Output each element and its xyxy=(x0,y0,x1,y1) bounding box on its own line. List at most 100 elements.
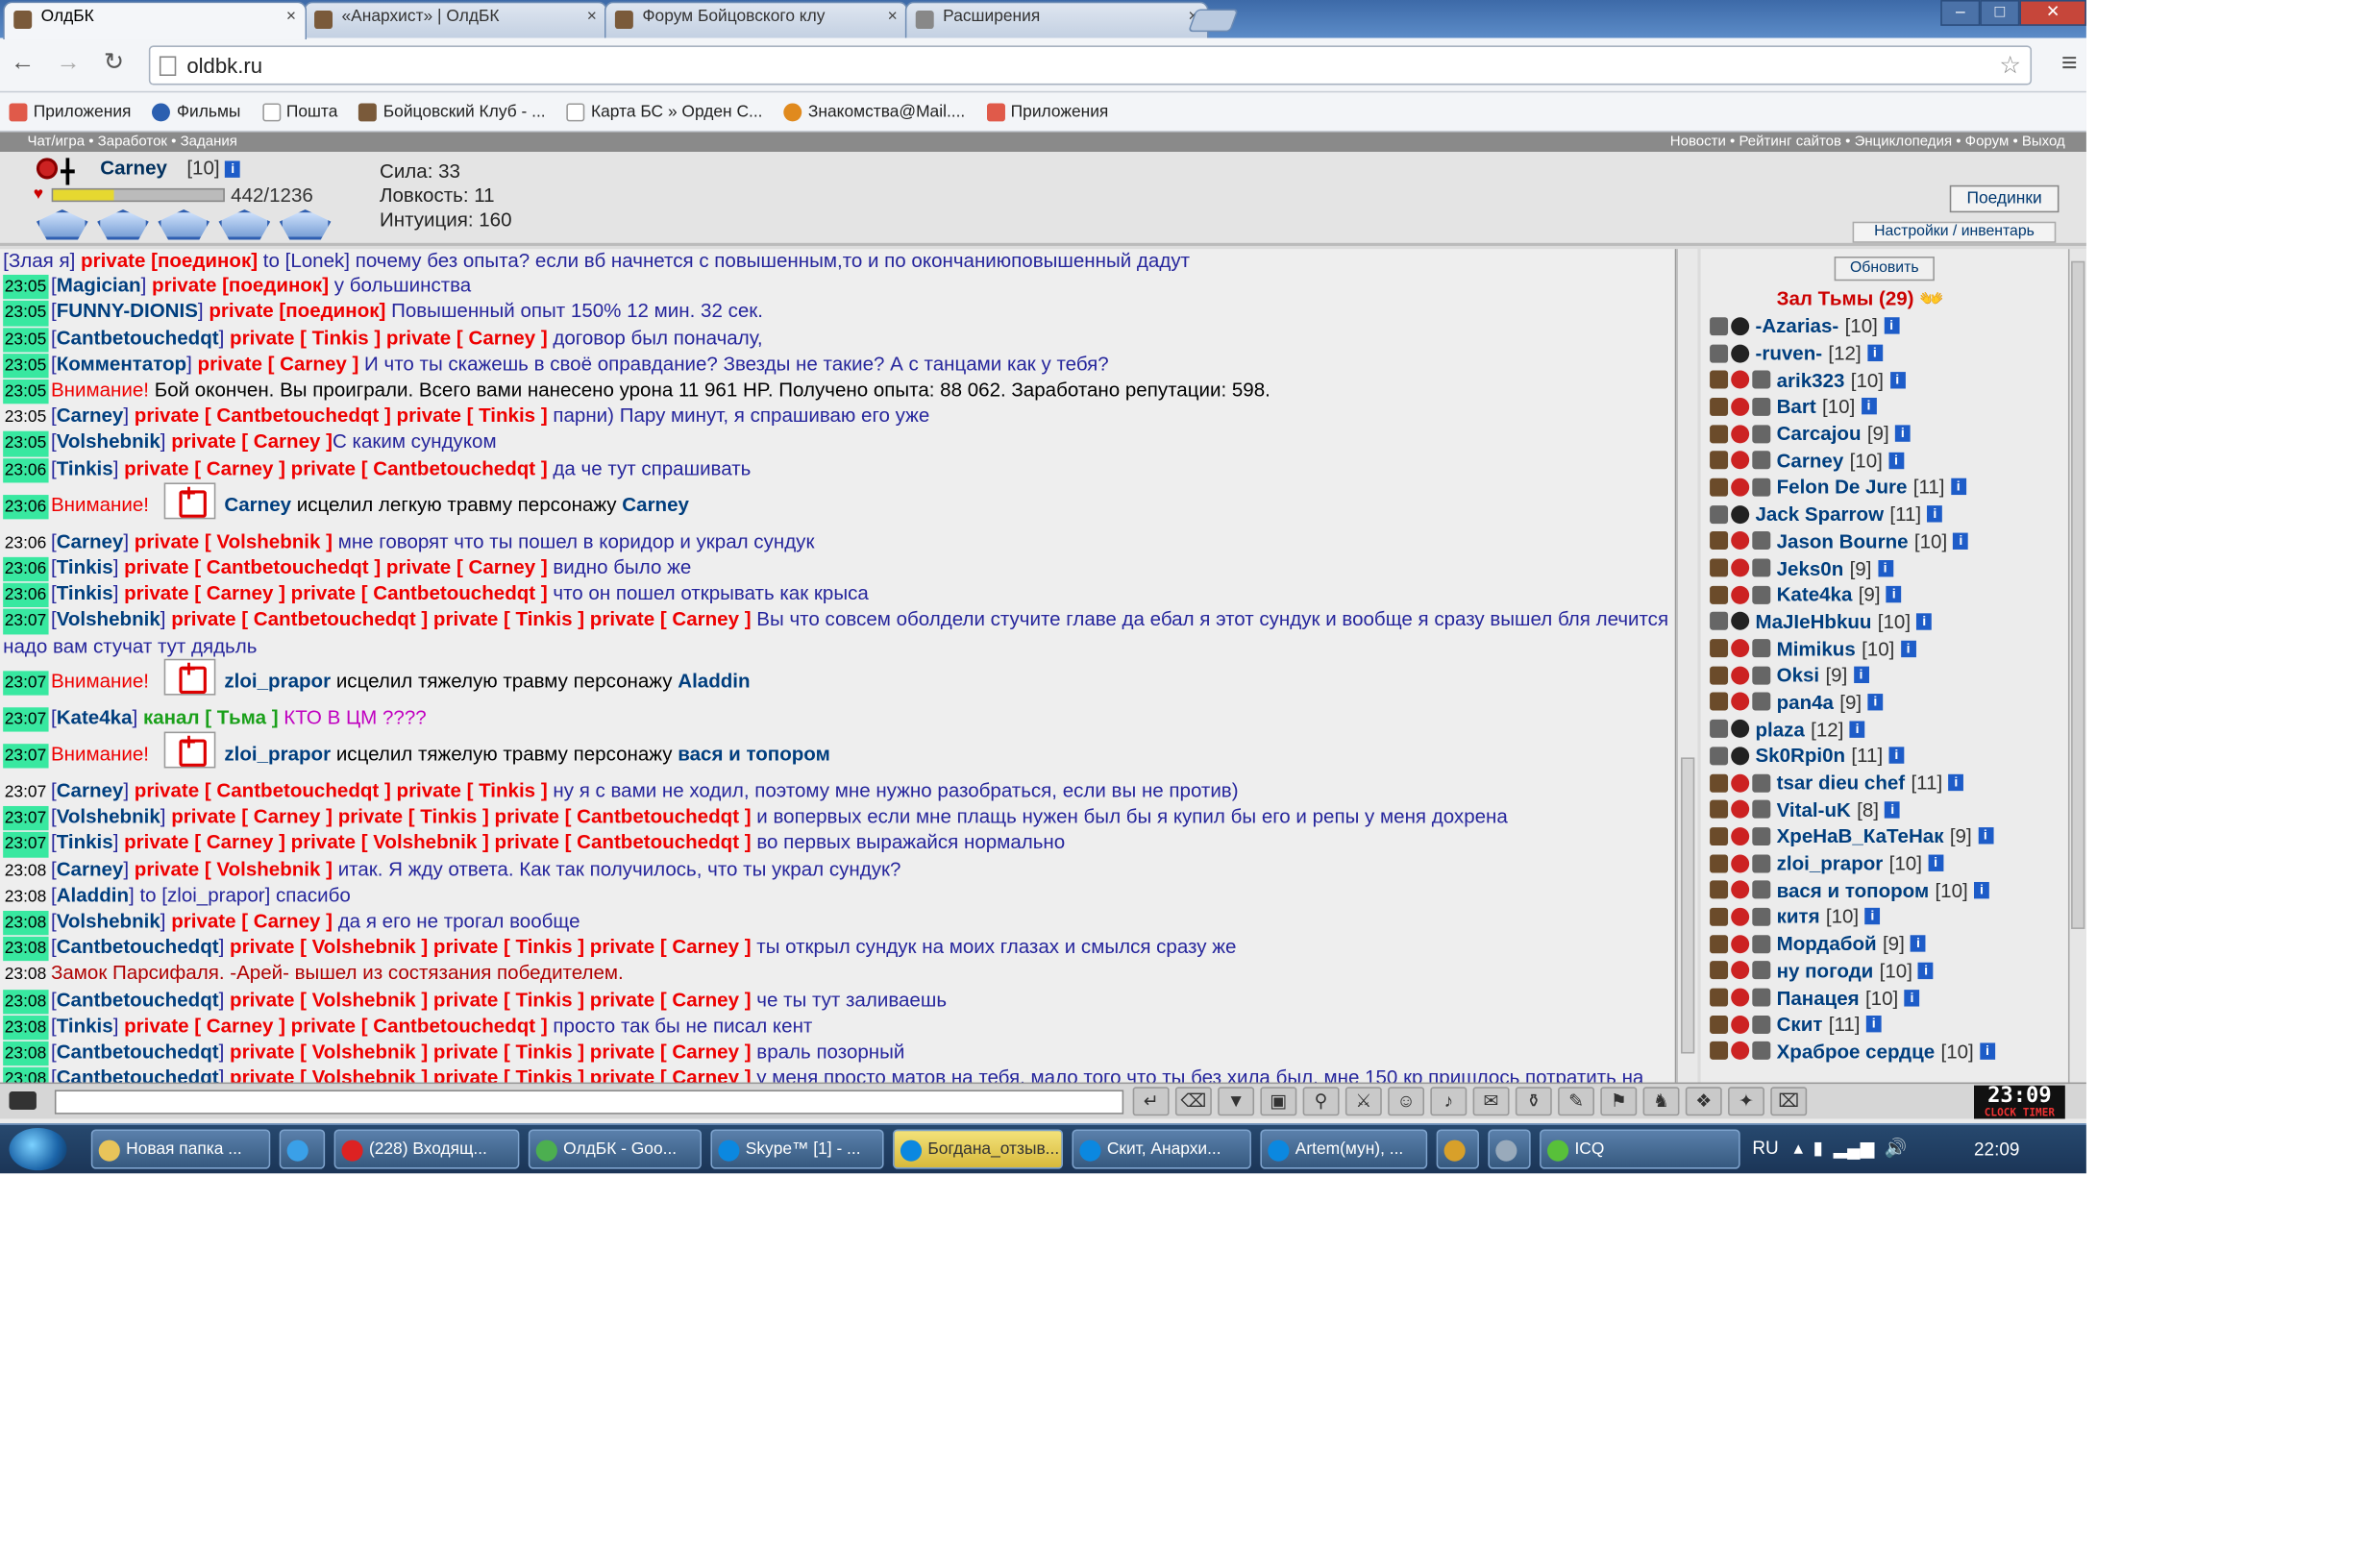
user-name[interactable]: Мордабой xyxy=(1777,932,1877,955)
chat-nick[interactable]: Carney xyxy=(57,857,124,880)
chat-nick[interactable]: Volshebnik xyxy=(57,910,160,933)
chat-private-recipient[interactable]: private [ Cantbetouchedqt ] private [ Ca… xyxy=(124,555,548,578)
scroll-thumb[interactable] xyxy=(1681,757,1695,1054)
bookmark-mail[interactable]: Пошта xyxy=(261,102,337,121)
user-name[interactable]: plaza xyxy=(1755,718,1804,741)
game-menu-left[interactable]: Чат/игра • Заработок • Задания xyxy=(27,134,236,150)
info-icon[interactable]: i xyxy=(1867,694,1884,711)
info-icon[interactable]: i xyxy=(1918,962,1935,979)
info-icon[interactable]: i xyxy=(1889,371,1906,389)
walk-icon[interactable]: ⚲ xyxy=(1302,1087,1340,1116)
info-icon[interactable]: i xyxy=(1885,800,1901,819)
chat-private-recipient[interactable]: private [ Carney ] xyxy=(198,352,359,375)
tab-oldbk[interactable]: ОлдБК × xyxy=(3,1,308,40)
user-name[interactable]: MaJIeHbkuu xyxy=(1755,610,1871,633)
user-name[interactable]: -ruven- xyxy=(1755,342,1822,365)
user-name[interactable]: китя xyxy=(1777,905,1820,928)
info-icon[interactable]: i xyxy=(225,160,241,178)
chat-private-recipient[interactable]: private [ Carney ] private [ Cantbetouch… xyxy=(124,456,548,479)
start-button[interactable] xyxy=(9,1127,67,1171)
user-name[interactable]: Bart xyxy=(1777,395,1816,418)
close-tab-icon[interactable]: × xyxy=(286,8,296,26)
chat-nick[interactable]: Volshebnik xyxy=(57,608,160,631)
user-name[interactable]: Oksi xyxy=(1777,664,1820,687)
chat-heal-name[interactable]: вася и топором xyxy=(678,742,830,765)
chat-nick[interactable]: Cantbetouchedqt xyxy=(57,1066,219,1083)
network-icon[interactable]: ▮ xyxy=(1813,1137,1823,1158)
minimize-button[interactable]: – xyxy=(1940,0,1981,26)
info-icon[interactable]: i xyxy=(1888,452,1904,469)
pet-icon[interactable]: ♞ xyxy=(1642,1087,1680,1116)
chat-private-recipient[interactable]: private [ Carney ] private [ Cantbetouch… xyxy=(124,1014,548,1037)
camera-icon[interactable] xyxy=(9,1091,37,1110)
chat-heal-name[interactable]: zloi_prapor xyxy=(224,669,331,692)
mail-icon[interactable]: ✉ xyxy=(1472,1087,1510,1116)
shield-icon[interactable] xyxy=(218,209,271,240)
chat-nick[interactable]: Tinkis xyxy=(57,582,113,605)
tray-arrow-icon[interactable]: ▴ xyxy=(1794,1137,1804,1158)
info-icon[interactable]: i xyxy=(1886,586,1902,603)
forward-button[interactable]: → xyxy=(52,47,86,81)
taskbar-item-media[interactable] xyxy=(1436,1129,1479,1169)
user-list-item[interactable]: plaza [12] i xyxy=(1710,716,2068,743)
info-icon[interactable]: i xyxy=(1884,317,1899,335)
user-list-item[interactable]: arik323 [10] i xyxy=(1710,366,2068,393)
user-list-scrollbar[interactable] xyxy=(2067,249,2086,1083)
user-list-item[interactable]: ХреНаВ_КаТеНак [9] i xyxy=(1710,822,2068,849)
chat-private-recipient[interactable]: private [ Volshebnik ] private [ Tinkis … xyxy=(230,988,752,1011)
user-name[interactable]: Панацея xyxy=(1777,986,1860,1009)
chat-heal-name[interactable]: Aladdin xyxy=(678,669,750,692)
info-icon[interactable]: i xyxy=(1950,478,1966,496)
bottle-icon[interactable]: ⚱ xyxy=(1515,1087,1552,1116)
filter-icon[interactable]: ▼ xyxy=(1218,1087,1255,1116)
info-icon[interactable]: i xyxy=(1953,532,1969,550)
chat-private-recipient[interactable]: private [ Volshebnik ] private [ Tinkis … xyxy=(230,936,752,959)
user-list-item[interactable]: китя [10] i xyxy=(1710,903,2068,930)
chat-nick[interactable]: Volshebnik xyxy=(57,805,160,828)
close-tab-icon[interactable]: × xyxy=(888,8,898,26)
info-icon[interactable]: i xyxy=(1977,827,1993,845)
eraser-icon[interactable]: ⌫ xyxy=(1174,1087,1212,1116)
bookmark-apps-2[interactable]: Приложения xyxy=(986,102,1108,121)
user-list-item[interactable]: Jeks0n [9] i xyxy=(1710,554,2068,581)
user-list-item[interactable]: Jason Bourne [10] i xyxy=(1710,527,2068,554)
chat-private-recipient[interactable]: private [ Volshebnik ] private [ Tinkis … xyxy=(230,1066,752,1083)
user-name[interactable]: ХреНаВ_КаТеНак xyxy=(1777,825,1944,848)
taskbar-item-folder[interactable]: Новая папка ... xyxy=(90,1129,271,1169)
chat-private-recipient[interactable]: private [ Carney ] xyxy=(171,910,333,933)
flag-icon[interactable]: ⚑ xyxy=(1600,1087,1638,1116)
taskbar-item-tool[interactable] xyxy=(1488,1129,1531,1169)
user-list-item[interactable]: ну погоди [10] i xyxy=(1710,957,2068,984)
info-icon[interactable]: i xyxy=(1927,505,1943,523)
chat-heal-name[interactable]: zloi_prapor xyxy=(224,742,331,765)
new-tab-button[interactable] xyxy=(1187,9,1239,33)
shield-icon[interactable] xyxy=(279,209,332,240)
user-name[interactable]: Felon De Jure xyxy=(1777,476,1908,499)
quest-icon[interactable]: ✦ xyxy=(1728,1087,1764,1116)
user-list-item[interactable]: Bart [10] i xyxy=(1710,393,2068,420)
tab-forum[interactable]: Форум Бойцовского клу × xyxy=(604,1,908,38)
user-list-item[interactable]: вася и топором [10] i xyxy=(1710,876,2068,903)
close-window-button[interactable]: ✕ xyxy=(2019,0,2086,26)
language-indicator[interactable]: RU xyxy=(1752,1137,1778,1158)
chat-nick[interactable]: Комментатор xyxy=(57,352,186,375)
user-name[interactable]: Скит xyxy=(1777,1013,1823,1036)
game-menu-right[interactable]: Новости • Рейтинг сайтов • Энциклопедия … xyxy=(1670,132,2065,152)
refresh-button[interactable]: Обновить xyxy=(1834,257,1935,282)
chat-private-recipient[interactable]: private [поединок] xyxy=(81,249,258,272)
chat-private-recipient[interactable]: private [ Volshebnik ] private [ Tinkis … xyxy=(230,1040,752,1063)
bookmark-dating[interactable]: Знакомства@Mail.... xyxy=(783,102,965,121)
user-list-item[interactable]: Мордабой [9] i xyxy=(1710,930,2068,957)
taskbar-item-skype-chat-3[interactable]: Artem(мун), ... xyxy=(1260,1129,1428,1169)
user-list-item[interactable]: MaJIeHbkuu [10] i xyxy=(1710,608,2068,635)
menu-icon[interactable]: ≡ xyxy=(2061,47,2078,79)
chat-private-recipient[interactable]: private [поединок] xyxy=(152,274,329,297)
chat-nick[interactable]: Cantbetouchedqt xyxy=(57,988,219,1011)
scroll-thumb[interactable] xyxy=(2071,260,2085,929)
user-list-item[interactable]: -Azarias- [10] i xyxy=(1710,312,2068,339)
user-list-item[interactable]: Carney [10] i xyxy=(1710,447,2068,474)
user-name[interactable]: Jeks0n xyxy=(1777,556,1844,579)
user-list-item[interactable]: Jack Sparrow [11] i xyxy=(1710,501,2068,527)
user-list-item[interactable]: Панацея [10] i xyxy=(1710,984,2068,1011)
user-list-item[interactable]: Mimikus [10] i xyxy=(1710,635,2068,662)
